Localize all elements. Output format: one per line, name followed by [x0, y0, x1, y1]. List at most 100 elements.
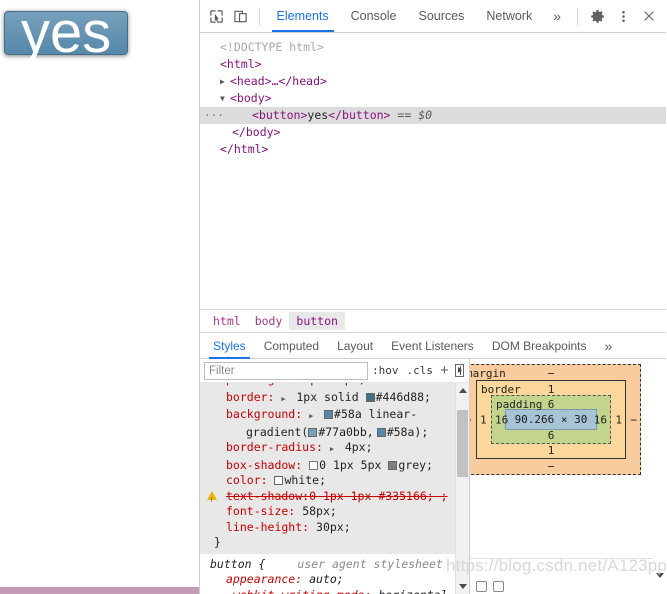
gradient-start-color[interactable]: #77a0bb, [318, 425, 373, 439]
margin-bottom-value[interactable]: − [470, 460, 640, 473]
tab-event-listeners[interactable]: Event Listeners [382, 333, 483, 359]
tab-network[interactable]: Network [475, 0, 543, 32]
tab-sources[interactable]: Sources [408, 0, 476, 32]
search-input[interactable] [204, 361, 368, 380]
decl-border-radius-value[interactable]: 4px; [345, 440, 373, 454]
checkbox-icon-2[interactable] [493, 581, 504, 592]
close-icon[interactable] [636, 3, 662, 29]
box-model-content[interactable]: 90.266 × 30 [505, 409, 597, 430]
decl-text-shadow-value[interactable]: 0 1px 1px #335166; [309, 489, 434, 503]
ua-decl-appearance-prop: appearance: [226, 572, 303, 586]
margin-top-value[interactable]: − [470, 367, 640, 380]
hov-toggle[interactable]: :hov [368, 364, 403, 377]
decl-background-prop: background: [226, 407, 303, 421]
inspect-cursor-icon[interactable] [204, 3, 228, 29]
decl-line-height-value[interactable]: 30px; [316, 520, 351, 534]
decl-box-shadow-color[interactable]: grey; [398, 458, 433, 472]
gear-icon[interactable] [584, 3, 610, 29]
decl-font-size[interactable]: font-size: 58px; [200, 504, 469, 520]
dom-line-body-open[interactable]: ▼ <body> [200, 90, 666, 107]
dom-line-head[interactable]: ▶ <head>…</head> [200, 73, 666, 90]
margin-left-value[interactable]: − [470, 413, 472, 426]
decl-box-shadow-value-pre[interactable]: 0 1px 5px [319, 458, 388, 472]
kebab-menu-icon[interactable] [610, 3, 636, 29]
node-menu-dots-icon[interactable]: ··· [204, 107, 224, 124]
chevron-right-icon[interactable]: ▶ [309, 409, 317, 425]
yes-button[interactable]: yes [4, 4, 129, 62]
margin-right-value[interactable]: − [630, 413, 637, 426]
decl-background-continued[interactable]: gradient(#77a0bb, #58a); [200, 425, 469, 441]
border-right-value[interactable]: 1 [615, 413, 622, 426]
more-panes-chevron-icon[interactable]: » [596, 338, 622, 354]
decl-border-color[interactable]: #446d88; [376, 390, 431, 404]
decl-border[interactable]: border: ▶ 1px solid #446d88; [200, 390, 469, 408]
decl-text-shadow[interactable]: text-shadow:0 1px 1px #335166; ; [200, 488, 469, 508]
dom-line-html-close[interactable]: </html> [200, 141, 666, 158]
chevron-right-icon[interactable]: ▶ [330, 442, 338, 458]
decl-padding-value[interactable]: 6px 16px; [303, 383, 365, 386]
dom-line-doctype[interactable]: <!DOCTYPE html> [200, 39, 666, 56]
decl-color-value[interactable]: white; [284, 473, 326, 487]
dom-line-html-open[interactable]: <html> [200, 56, 666, 73]
chevron-right-icon[interactable]: ▶ [220, 73, 230, 90]
ua-decl-writing-mode-prop: -webkit-writing-mode: [226, 588, 371, 594]
ua-decl-writing-mode-value: horizontal- [378, 588, 454, 594]
padding-right-value[interactable]: 16 [594, 413, 607, 426]
ua-selector-line[interactable]: button { user agent stylesheet [200, 557, 469, 573]
decl-box-shadow[interactable]: box-shadow: 0 1px 5px grey; [200, 458, 469, 474]
color-swatch-text[interactable] [274, 476, 284, 485]
decl-background-value[interactable]: #58a linear- [334, 407, 417, 421]
dom-tree[interactable]: <!DOCTYPE html> <html> ▶ <head>…</head> ▼… [200, 33, 666, 309]
tab-console[interactable]: Console [340, 0, 408, 32]
tab-elements[interactable]: Elements [266, 0, 340, 32]
chevron-right-icon[interactable]: ▶ [281, 392, 289, 408]
scroll-down-arrow-icon[interactable] [459, 584, 467, 589]
breadcrumb-item-button[interactable]: button [289, 312, 345, 330]
chevron-down-icon[interactable]: ▼ [220, 90, 230, 107]
color-swatch-gradient-end[interactable] [376, 427, 386, 437]
dom-line-button-selected[interactable]: ··· <button>yes</button> == $0 [200, 107, 666, 124]
scroll-down-arrow-icon[interactable] [656, 573, 664, 578]
shadow-editor-icon[interactable] [309, 460, 319, 470]
decl-text-shadow-trailer: ; [433, 488, 448, 503]
button-close-tag: </button> [328, 108, 391, 122]
padding-bottom-value[interactable]: 6 [492, 429, 610, 442]
padding-left-value[interactable]: 16 [495, 413, 508, 426]
box-model-margin[interactable]: margin − − − − border 1 1 1 1 paddin [470, 364, 641, 475]
decl-background[interactable]: background: ▶ #58a linear- [200, 407, 469, 425]
box-model-padding[interactable]: padding 6 16 16 6 90.266 × 30 [491, 395, 611, 444]
scroll-up-arrow-icon[interactable] [459, 388, 467, 393]
css-pane-scrollbar[interactable] [455, 383, 469, 594]
border-left-value[interactable]: 1 [480, 413, 487, 426]
tab-computed[interactable]: Computed [255, 333, 328, 359]
device-toolbar-icon[interactable] [228, 3, 252, 29]
box-model-border[interactable]: border 1 1 1 1 padding 6 16 16 6 90.266 … [476, 380, 626, 459]
tab-layout[interactable]: Layout [328, 333, 382, 359]
plus-icon[interactable]: + [437, 362, 452, 379]
color-swatch-shadow[interactable] [388, 460, 398, 470]
breadcrumb-item-body[interactable]: body [248, 312, 290, 330]
checkbox-icon-1[interactable] [476, 581, 487, 592]
tab-styles[interactable]: Styles [204, 333, 255, 359]
gradient-end-color[interactable]: #58a); [387, 425, 429, 439]
padding-top-value[interactable]: 6 [492, 398, 610, 411]
decl-border-radius[interactable]: border-radius: ▶ 4px; [200, 440, 469, 458]
css-rules-scroll[interactable]: padding: ▶ 6px 16px; border: ▶ 1px solid… [200, 383, 469, 594]
border-bottom-value[interactable]: 1 [477, 444, 625, 457]
color-swatch-background[interactable] [324, 410, 334, 419]
devtools-panel: Elements Console Sources Network » <!DOC… [200, 0, 667, 594]
scrollbar-thumb[interactable] [457, 410, 468, 477]
toggle-sidebar-icon[interactable] [454, 364, 464, 377]
breadcrumb-item-html[interactable]: html [206, 312, 248, 330]
decl-font-size-value[interactable]: 58px; [302, 504, 337, 518]
cls-toggle[interactable]: .cls [403, 364, 438, 377]
color-swatch-border[interactable] [365, 392, 375, 402]
color-swatch-gradient-start[interactable] [308, 427, 318, 437]
tab-dom-breakpoints[interactable]: DOM Breakpoints [483, 333, 596, 359]
decl-line-height[interactable]: line-height: 30px; [200, 520, 469, 536]
box-model-pane-scrollbar[interactable] [653, 359, 666, 594]
decl-color[interactable]: color: white; [200, 473, 469, 489]
dom-line-body-close[interactable]: </body> [200, 124, 666, 141]
more-tabs-chevron-icon[interactable]: » [543, 8, 571, 24]
box-model-pane: margin − − − − border 1 1 1 1 paddin [470, 359, 666, 594]
